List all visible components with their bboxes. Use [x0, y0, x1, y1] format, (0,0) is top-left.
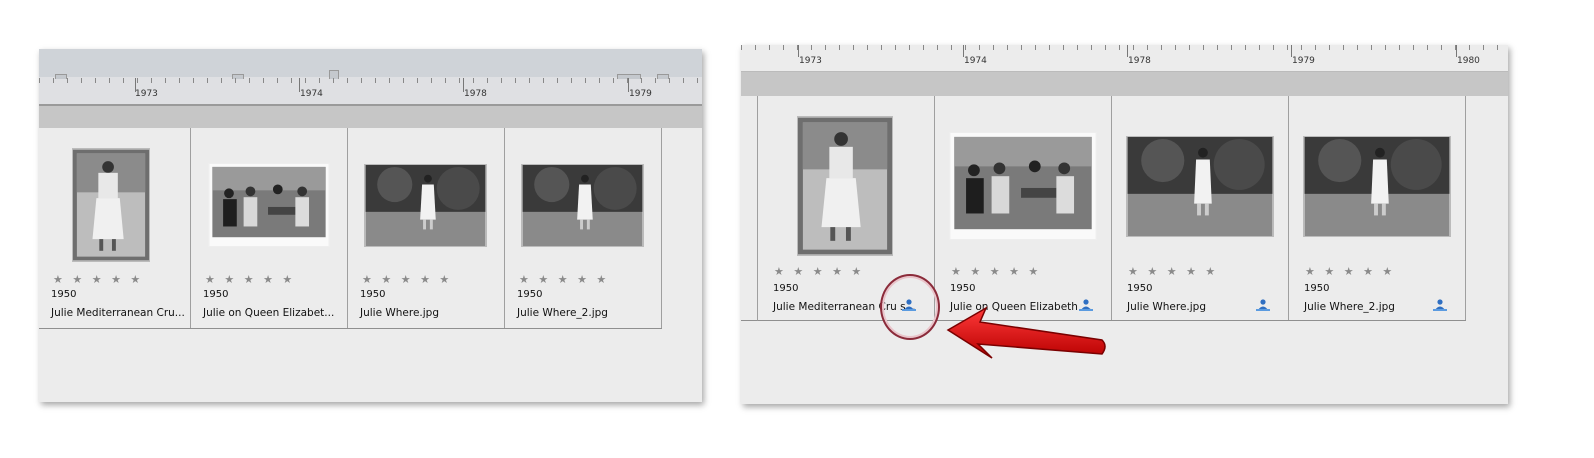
callout-arrow-icon: [946, 306, 1106, 359]
photo-date: 1950: [1127, 283, 1153, 294]
timeline-year[interactable]: 1978: [464, 89, 487, 99]
woman-garden-photo: [365, 165, 486, 246]
woman-garden-photo: [1304, 137, 1450, 236]
timeline-year[interactable]: 1978: [1128, 56, 1151, 66]
photo-date: 1950: [950, 283, 976, 294]
timeline-year[interactable]: 1973: [135, 89, 158, 99]
photo-filename: Julie Where.jpg: [360, 307, 440, 319]
group-photo: [209, 164, 329, 246]
star-rating[interactable]: ★ ★ ★ ★ ★: [53, 273, 143, 286]
photo-thumbnail[interactable]: [364, 164, 487, 247]
woman-standing-photo: [798, 117, 892, 255]
person-tag-icon[interactable]: [1256, 299, 1270, 311]
timeline-year[interactable]: 1974: [300, 89, 323, 99]
photo-thumbnail[interactable]: [1303, 136, 1451, 237]
photo-date: 1950: [1304, 283, 1330, 294]
timeline-year[interactable]: 1980: [1457, 56, 1480, 66]
photo-thumbnail[interactable]: [72, 148, 150, 262]
photo-filename: Julie Where.jpg: [1127, 301, 1207, 313]
thumbnail-cell[interactable]: ★ ★ ★ ★ ★ 1950 Julie Where.jpg: [348, 128, 505, 328]
photo-date: 1950: [360, 289, 386, 300]
photo-filename: Julie Mediterranean Cru...: [51, 307, 185, 319]
timeline-ticks: [39, 78, 702, 83]
thumbnail-cell[interactable]: ★ ★ ★ ★ ★ 1950 Julie Mediterranean Cru..…: [39, 128, 191, 328]
photo-thumbnail[interactable]: [208, 163, 330, 247]
group-photo: [950, 133, 1096, 239]
woman-garden-photo: [1127, 137, 1273, 236]
star-rating[interactable]: ★ ★ ★ ★ ★: [1305, 265, 1395, 278]
timeline-year[interactable]: 1973: [799, 56, 822, 66]
star-rating[interactable]: ★ ★ ★ ★ ★: [951, 265, 1041, 278]
photo-thumbnail[interactable]: [949, 132, 1097, 240]
right-media-browser: 1973 1974 1978 1979 1980 ★ ★ ★ ★ ★ 1950 …: [741, 45, 1508, 404]
star-rating[interactable]: ★ ★ ★ ★ ★: [1128, 265, 1218, 278]
star-rating[interactable]: ★ ★ ★ ★ ★: [519, 273, 609, 286]
photo-filename: Julie Where_2.jpg: [517, 307, 608, 319]
group-header-band: [741, 72, 1508, 96]
timeline-year[interactable]: 1979: [1292, 56, 1315, 66]
thumbnail-grid: ★ ★ ★ ★ ★ 1950 Julie Mediterranean Cru..…: [39, 128, 662, 329]
timeline-bar[interactable]: 1973 1974 1978 1979 1980: [741, 45, 1508, 72]
photo-filename: Julie Where_2.jpg: [1304, 301, 1395, 313]
woman-standing-photo: [73, 149, 149, 261]
photo-date: 1950: [517, 289, 543, 300]
photo-date: 1950: [203, 289, 229, 300]
thumbnail-grid: ★ ★ ★ ★ ★ 1950 Julie Mediterranean Cru s…: [757, 96, 1466, 321]
photo-date: 1950: [51, 289, 77, 300]
thumbnail-cell[interactable]: ★ ★ ★ ★ ★ 1950 Julie on Queen Elizabet..…: [191, 128, 348, 328]
photo-thumbnail[interactable]: [797, 116, 893, 256]
highlight-circle: [880, 274, 940, 340]
left-media-browser: 1973 1974 1978 1979 ★ ★ ★ ★ ★ 1950 Julie…: [39, 49, 702, 402]
photo-thumbnail[interactable]: [1126, 136, 1274, 237]
group-header-band: [39, 106, 702, 128]
timeline-bar[interactable]: 1973 1974 1978 1979: [39, 49, 702, 106]
grid-margin: [741, 96, 757, 321]
star-rating[interactable]: ★ ★ ★ ★ ★: [205, 273, 295, 286]
thumbnail-cell[interactable]: ★ ★ ★ ★ ★ 1950 Julie Where.jpg: [1112, 96, 1289, 320]
thumbnail-cell[interactable]: ★ ★ ★ ★ ★ 1950 Julie on Queen Elizabeth …: [935, 96, 1112, 320]
timeline-year[interactable]: 1974: [964, 56, 987, 66]
thumbnail-cell[interactable]: ★ ★ ★ ★ ★ 1950 Julie Where_2.jpg: [1289, 96, 1466, 320]
star-rating[interactable]: ★ ★ ★ ★ ★: [774, 265, 864, 278]
person-tag-icon[interactable]: [1433, 299, 1447, 311]
photo-filename: Julie on Queen Elizabet...: [203, 307, 335, 319]
woman-garden-photo: [522, 165, 643, 246]
photo-thumbnail[interactable]: [521, 164, 644, 247]
timeline-year[interactable]: 1979: [629, 89, 652, 99]
thumbnail-cell[interactable]: ★ ★ ★ ★ ★ 1950 Julie Where_2.jpg: [505, 128, 662, 328]
timeline-ticks: [741, 45, 1508, 50]
star-rating[interactable]: ★ ★ ★ ★ ★: [362, 273, 452, 286]
photo-date: 1950: [773, 283, 799, 294]
